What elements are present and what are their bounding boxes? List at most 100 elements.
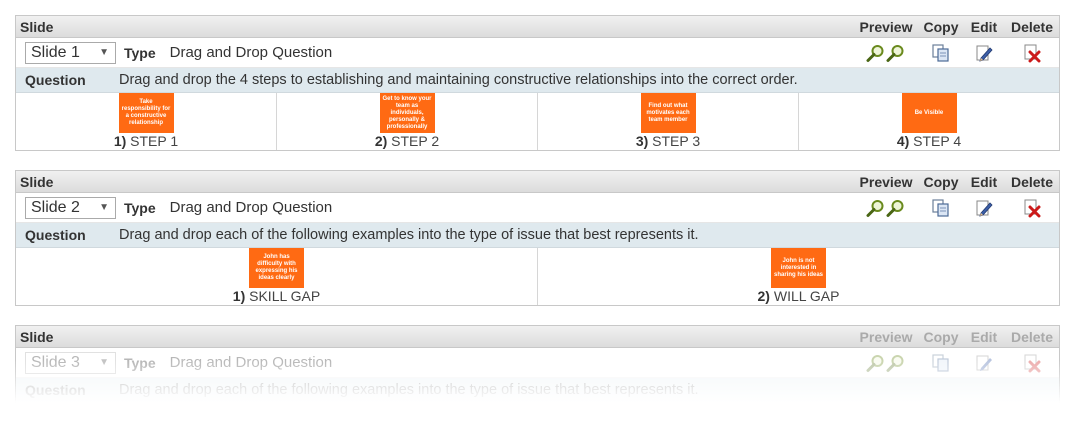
delete-x-icon (1024, 199, 1041, 217)
slide-select-value: Slide 3 (31, 353, 80, 371)
item-number: 1) (113, 133, 127, 149)
item-label: STEP 2 (391, 133, 440, 149)
drop-item-caption: 4) STEP 4 (897, 134, 961, 149)
question-label: Question (25, 72, 86, 88)
header-slide: Slide (20, 18, 54, 35)
drop-item: Get to know your team as individuals, pe… (277, 93, 538, 150)
faded-content: Slide 3 ▼ Type Drag and Drop Question Qu… (16, 348, 1059, 403)
header-preview: Preview (859, 173, 913, 190)
drop-item: Find out what motivates each team member… (538, 93, 799, 150)
question-row: Question Drag and drop the 4 steps to es… (16, 68, 1059, 93)
drag-card: Find out what motivates each team member (640, 93, 696, 133)
chevron-down-icon: ▼ (99, 357, 109, 368)
header-delete: Delete (1010, 18, 1054, 35)
copy-button[interactable] (919, 348, 963, 378)
panel-header: Slide Preview Copy Edit Delete (16, 171, 1059, 193)
slide-select[interactable]: Slide 1 ▼ (25, 41, 116, 64)
item-label: STEP 4 (913, 133, 962, 149)
magnify-icon[interactable] (866, 198, 886, 218)
header-copy: Copy (923, 328, 959, 345)
item-number: 2) (374, 133, 388, 149)
type-label: Type (124, 199, 156, 216)
delete-button[interactable] (1005, 38, 1059, 68)
header-edit: Edit (970, 18, 998, 35)
pencil-icon (976, 200, 993, 217)
question-row: Question Drag and drop each of the follo… (16, 223, 1059, 248)
question-text: Drag and drop the 4 steps to establishin… (119, 72, 798, 88)
item-label: STEP 1 (130, 133, 179, 149)
slide-panel-2: Slide Preview Copy Edit Delete Slide 2 ▼… (15, 170, 1060, 306)
slide-panel-3: Slide Preview Copy Edit Delete Slide 3 ▼… (15, 325, 1060, 415)
drop-item: John is not interested in sharing his id… (538, 248, 1059, 305)
panel-header: Slide Preview Copy Edit Delete (16, 16, 1059, 38)
copy-pages-icon (932, 198, 949, 217)
edit-button[interactable] (963, 348, 1005, 378)
question-row: Question Drag and drop each of the follo… (16, 378, 1059, 403)
item-number: 1) (232, 288, 246, 304)
question-text: Drag and drop each of the following exam… (119, 382, 699, 398)
magnify-icon[interactable] (886, 198, 906, 218)
type-row: Slide 2 ▼ Type Drag and Drop Question (16, 193, 1059, 223)
drag-card: Get to know your team as individuals, pe… (379, 93, 435, 133)
header-delete: Delete (1010, 173, 1054, 190)
delete-x-icon (1024, 354, 1041, 372)
magnify-icon[interactable] (866, 43, 886, 63)
preview-buttons (853, 38, 919, 68)
item-number: 3) (635, 133, 649, 149)
copy-button[interactable] (919, 38, 963, 68)
drop-item-caption: 1) STEP 1 (114, 134, 178, 149)
type-row: Slide 1 ▼ Type Drag and Drop Question (16, 38, 1059, 68)
slide-select[interactable]: Slide 2 ▼ (25, 196, 116, 219)
item-label: WILL GAP (773, 288, 840, 304)
type-value: Drag and Drop Question (169, 354, 333, 371)
magnify-icon[interactable] (886, 43, 906, 63)
drop-item: Take responsibility for a constructive r… (16, 93, 277, 150)
type-value: Drag and Drop Question (169, 199, 333, 216)
preview-buttons (853, 348, 919, 378)
pencil-icon (976, 355, 992, 371)
question-label: Question (25, 227, 86, 243)
delete-button[interactable] (1005, 348, 1059, 378)
item-number: 2) (757, 288, 770, 304)
drop-item: John has difficulty with expressing his … (16, 248, 538, 305)
drop-item-caption: 2) WILL GAP (758, 289, 840, 304)
copy-pages-icon (932, 353, 949, 372)
header-copy: Copy (923, 173, 959, 190)
drag-card: Take responsibility for a constructive r… (118, 93, 174, 133)
drag-card: Be Visible (901, 93, 957, 133)
magnify-icon[interactable] (886, 353, 906, 373)
type-value: Drag and Drop Question (169, 44, 333, 61)
header-edit: Edit (970, 328, 998, 345)
header-preview: Preview (859, 18, 913, 35)
item-number: 4) (896, 133, 910, 149)
header-edit: Edit (970, 173, 998, 190)
slide-select-value: Slide 1 (31, 43, 80, 61)
type-label: Type (124, 44, 156, 61)
type-row: Slide 3 ▼ Type Drag and Drop Question (16, 348, 1059, 378)
delete-x-icon (1024, 44, 1041, 62)
chevron-down-icon: ▼ (99, 47, 109, 58)
magnify-icon[interactable] (866, 353, 886, 373)
question-label: Question (25, 382, 86, 398)
type-label: Type (124, 354, 156, 371)
copy-button[interactable] (919, 193, 963, 223)
header-slide: Slide (20, 328, 54, 345)
cards-row: Take responsibility for a constructive r… (16, 93, 1059, 150)
header-slide: Slide (20, 173, 54, 190)
cards-row: John has difficulty with expressing his … (16, 248, 1059, 305)
header-copy: Copy (923, 18, 959, 35)
item-label: STEP 3 (652, 133, 701, 149)
preview-buttons (853, 193, 919, 223)
delete-button[interactable] (1005, 193, 1059, 223)
slide-panel-1: Slide Preview Copy Edit Delete Slide 1 ▼… (15, 15, 1060, 151)
edit-button[interactable] (963, 38, 1005, 68)
header-preview: Preview (859, 328, 913, 345)
item-label: SKILL GAP (249, 288, 321, 304)
panel-header: Slide Preview Copy Edit Delete (16, 326, 1059, 348)
slide-select[interactable]: Slide 3 ▼ (25, 351, 116, 374)
drop-item-caption: 1) SKILL GAP (233, 289, 320, 304)
drop-item: Be Visible 4) STEP 4 (799, 93, 1059, 150)
copy-pages-icon (932, 43, 949, 62)
edit-button[interactable] (963, 193, 1005, 223)
header-delete: Delete (1010, 328, 1054, 345)
